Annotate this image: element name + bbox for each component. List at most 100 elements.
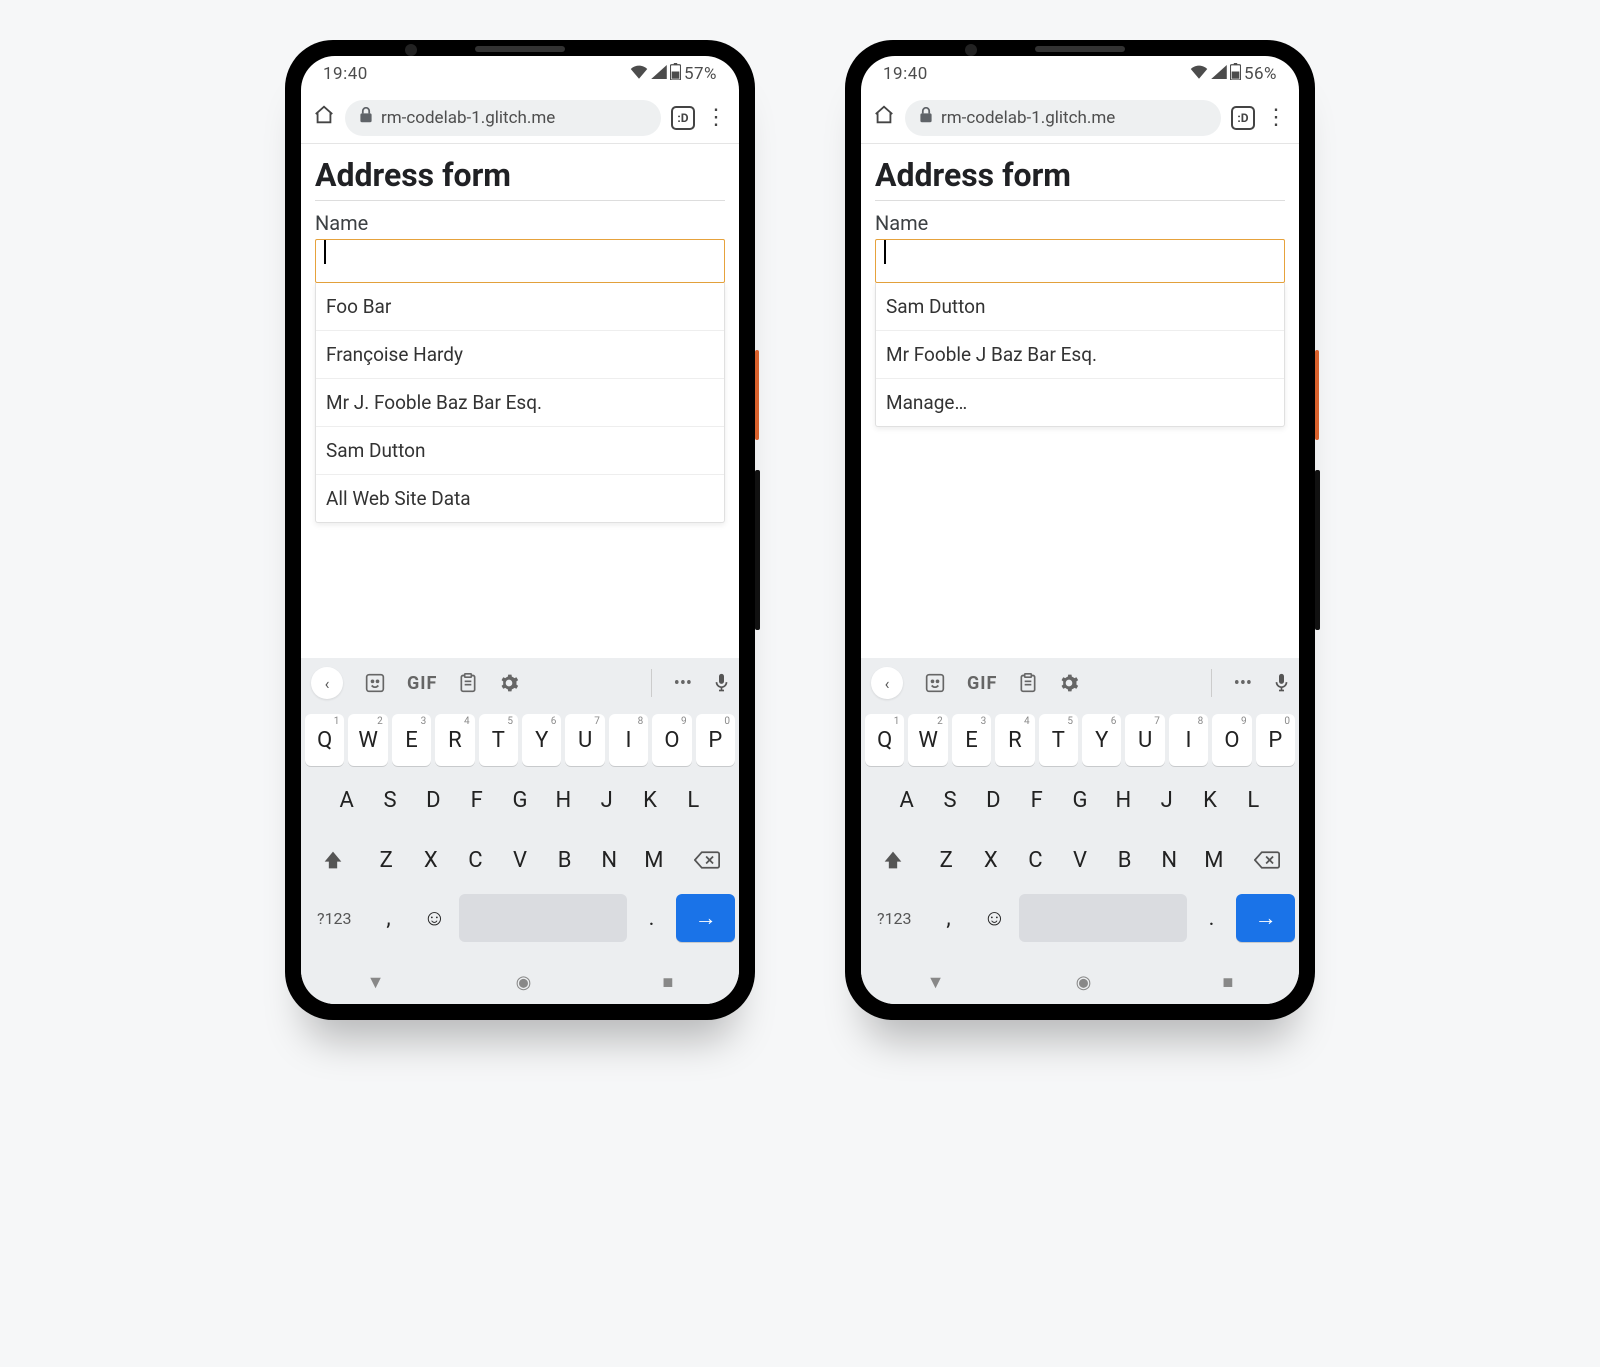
key-c[interactable]: C	[455, 834, 496, 886]
home-icon[interactable]	[313, 104, 335, 132]
key-x[interactable]: X	[970, 834, 1011, 886]
key-k[interactable]: K	[630, 774, 669, 826]
key-o[interactable]: O9	[1212, 714, 1251, 766]
key-v[interactable]: V	[500, 834, 541, 886]
key-j[interactable]: J	[587, 774, 626, 826]
space-key[interactable]	[459, 894, 626, 942]
emoji-key[interactable]: ☺	[413, 894, 455, 942]
key-d[interactable]: D	[974, 774, 1013, 826]
enter-key[interactable]: →	[1236, 894, 1295, 942]
symbols-key[interactable]: ?123	[865, 894, 924, 942]
comma-key[interactable]: ,	[928, 894, 970, 942]
key-h[interactable]: H	[1104, 774, 1143, 826]
key-l[interactable]: L	[1234, 774, 1273, 826]
volume-button[interactable]	[755, 470, 760, 630]
key-w[interactable]: W2	[908, 714, 947, 766]
chevron-left-icon[interactable]: ‹	[871, 667, 903, 699]
key-d[interactable]: D	[414, 774, 453, 826]
key-k[interactable]: K	[1190, 774, 1229, 826]
key-v[interactable]: V	[1060, 834, 1101, 886]
sticker-icon[interactable]	[925, 673, 945, 693]
key-t[interactable]: T5	[479, 714, 518, 766]
nav-back-icon[interactable]: ▼	[927, 972, 945, 993]
mic-icon[interactable]	[714, 673, 729, 693]
gear-icon[interactable]	[1059, 673, 1079, 693]
symbols-key[interactable]: ?123	[305, 894, 364, 942]
key-s[interactable]: S	[930, 774, 969, 826]
shift-key[interactable]	[305, 834, 362, 886]
nav-back-icon[interactable]: ▼	[367, 972, 385, 993]
nav-home-icon[interactable]: ◉	[1076, 972, 1092, 993]
nav-home-icon[interactable]: ◉	[516, 972, 532, 993]
backspace-key[interactable]	[678, 834, 735, 886]
comma-key[interactable]: ,	[368, 894, 410, 942]
shift-key[interactable]	[865, 834, 922, 886]
key-c[interactable]: C	[1015, 834, 1056, 886]
space-key[interactable]	[1019, 894, 1186, 942]
autofill-item[interactable]: Mr Fooble J Baz Bar Esq.	[876, 330, 1284, 378]
key-a[interactable]: A	[887, 774, 926, 826]
volume-button[interactable]	[1315, 470, 1320, 630]
key-b[interactable]: B	[1104, 834, 1145, 886]
key-y[interactable]: Y6	[522, 714, 561, 766]
gear-icon[interactable]	[499, 673, 519, 693]
menu-icon[interactable]: ⋮	[705, 105, 727, 130]
autofill-item[interactable]: Françoise Hardy	[316, 330, 724, 378]
key-t[interactable]: T5	[1039, 714, 1078, 766]
key-i[interactable]: I8	[1169, 714, 1208, 766]
autofill-item[interactable]: All Web Site Data	[316, 474, 724, 522]
power-button[interactable]	[1315, 350, 1319, 440]
dice-icon[interactable]: :D	[1231, 106, 1255, 130]
clipboard-icon[interactable]	[459, 673, 477, 693]
key-l[interactable]: L	[674, 774, 713, 826]
key-y[interactable]: Y6	[1082, 714, 1121, 766]
dice-icon[interactable]: :D	[671, 106, 695, 130]
key-q[interactable]: Q1	[865, 714, 904, 766]
key-p[interactable]: P0	[696, 714, 735, 766]
key-e[interactable]: E3	[952, 714, 991, 766]
nav-recent-icon[interactable]: ■	[1223, 972, 1234, 993]
key-n[interactable]: N	[589, 834, 630, 886]
autofill-item[interactable]: Sam Dutton	[876, 283, 1284, 330]
period-key[interactable]: .	[1191, 894, 1233, 942]
nav-recent-icon[interactable]: ■	[663, 972, 674, 993]
more-icon[interactable]: •••	[1234, 673, 1252, 694]
gif-icon[interactable]: GIF	[967, 673, 997, 694]
autofill-item[interactable]: Manage…	[876, 378, 1284, 426]
key-x[interactable]: X	[410, 834, 451, 886]
home-icon[interactable]	[873, 104, 895, 132]
menu-icon[interactable]: ⋮	[1265, 105, 1287, 130]
more-icon[interactable]: •••	[674, 673, 692, 694]
key-p[interactable]: P0	[1256, 714, 1295, 766]
key-n[interactable]: N	[1149, 834, 1190, 886]
autofill-item[interactable]: Foo Bar	[316, 283, 724, 330]
backspace-key[interactable]	[1238, 834, 1295, 886]
key-h[interactable]: H	[544, 774, 583, 826]
key-m[interactable]: M	[634, 834, 675, 886]
gif-icon[interactable]: GIF	[407, 673, 437, 694]
clipboard-icon[interactable]	[1019, 673, 1037, 693]
key-w[interactable]: W2	[348, 714, 387, 766]
enter-key[interactable]: →	[676, 894, 735, 942]
url-bar[interactable]: rm-codelab-1.glitch.me	[345, 100, 661, 136]
key-m[interactable]: M	[1194, 834, 1235, 886]
key-b[interactable]: B	[544, 834, 585, 886]
sticker-icon[interactable]	[365, 673, 385, 693]
period-key[interactable]: .	[631, 894, 673, 942]
key-e[interactable]: E3	[392, 714, 431, 766]
key-r[interactable]: R4	[435, 714, 474, 766]
name-input[interactable]	[315, 239, 725, 283]
key-i[interactable]: I8	[609, 714, 648, 766]
key-g[interactable]: G	[1060, 774, 1099, 826]
key-r[interactable]: R4	[995, 714, 1034, 766]
emoji-key[interactable]: ☺	[973, 894, 1015, 942]
key-z[interactable]: Z	[926, 834, 967, 886]
name-input[interactable]	[875, 239, 1285, 283]
key-o[interactable]: O9	[652, 714, 691, 766]
key-u[interactable]: U7	[1125, 714, 1164, 766]
power-button[interactable]	[755, 350, 759, 440]
key-a[interactable]: A	[327, 774, 366, 826]
key-z[interactable]: Z	[366, 834, 407, 886]
key-f[interactable]: F	[1017, 774, 1056, 826]
key-q[interactable]: Q1	[305, 714, 344, 766]
